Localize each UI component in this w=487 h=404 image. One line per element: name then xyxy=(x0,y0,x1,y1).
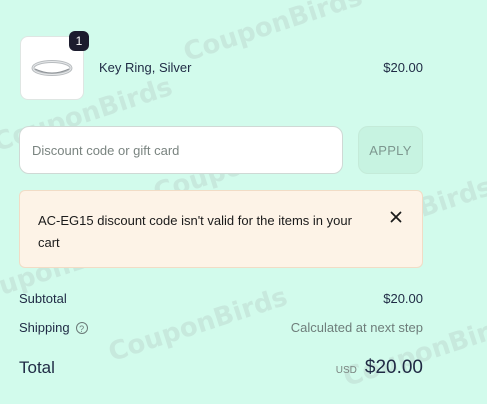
total-amount: $20.00 xyxy=(364,357,423,378)
quantity-badge: 1 xyxy=(69,31,89,51)
shipping-label: Shipping xyxy=(19,320,70,335)
shipping-value: Calculated at next step xyxy=(290,320,423,335)
total-row: Total USD $20.00 xyxy=(19,357,423,378)
order-line-item: 1 Key Ring, Silver $20.00 xyxy=(20,31,423,100)
shipping-row: Shipping ? Calculated at next step xyxy=(19,320,423,335)
discount-code-input[interactable] xyxy=(19,126,343,174)
subtotal-label: Subtotal xyxy=(19,291,67,306)
ring-image xyxy=(31,60,73,76)
question-icon[interactable]: ? xyxy=(75,321,88,334)
subtotal-row: Subtotal $20.00 xyxy=(19,291,423,306)
product-name: Key Ring, Silver xyxy=(99,60,192,75)
discount-error-alert: AC-EG15 discount code isn't valid for th… xyxy=(19,190,423,268)
currency-code: USD xyxy=(335,365,357,376)
close-icon[interactable] xyxy=(388,209,404,225)
apply-button[interactable]: APPLY xyxy=(358,126,423,174)
product-price: $20.00 xyxy=(383,60,423,75)
subtotal-value: $20.00 xyxy=(383,291,423,306)
alert-message: AC-EG15 discount code isn't valid for th… xyxy=(38,213,352,250)
total-label: Total xyxy=(19,358,55,377)
